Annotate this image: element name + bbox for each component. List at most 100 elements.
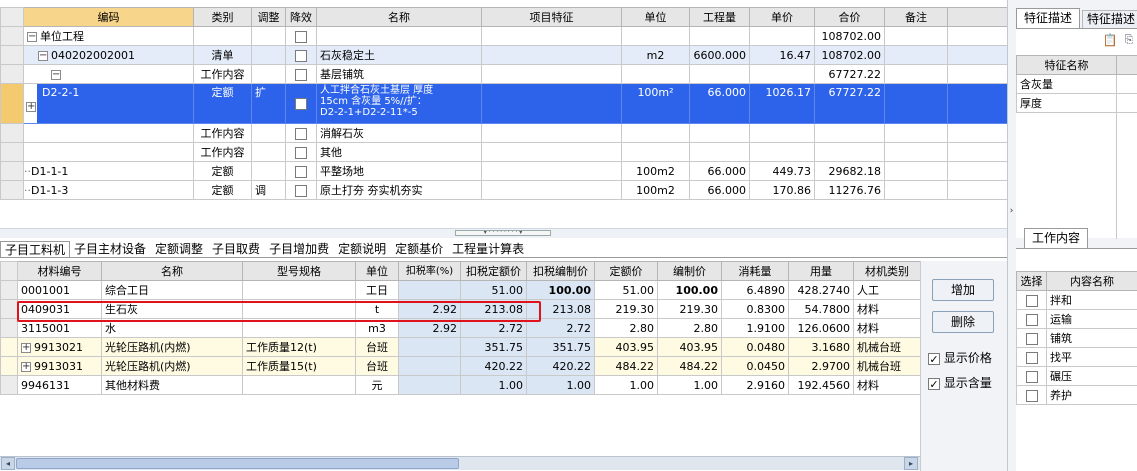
cell-total[interactable]: 67727.22 (814, 64, 885, 84)
cell-price[interactable]: 449.73 (749, 161, 815, 181)
cell-material-name[interactable]: 其他材料费 (101, 375, 243, 395)
cell-name[interactable]: 基层铺筑 (316, 64, 482, 84)
cell-quota-price[interactable]: 219.30 (594, 299, 658, 319)
reduce-checkbox[interactable] (295, 68, 307, 81)
cell-category[interactable]: 材料 (853, 375, 920, 395)
work-content-checkbox[interactable] (1025, 294, 1038, 307)
cell-name[interactable]: 其他 (316, 142, 482, 162)
cell-tax-rate[interactable] (398, 280, 461, 300)
cell-unit[interactable]: m2 (621, 45, 690, 65)
row-header[interactable] (0, 337, 18, 357)
row-header[interactable] (0, 142, 24, 162)
tab-feature-desc[interactable]: 特征描述 (1016, 8, 1080, 28)
cell-consumption[interactable]: 0.0450 (721, 356, 789, 376)
col-unit[interactable]: 单位 (355, 261, 399, 281)
cell-unit[interactable]: 台班 (355, 337, 399, 357)
cell-comp-price[interactable]: 219.30 (657, 299, 722, 319)
row-header[interactable] (0, 161, 24, 181)
cell-total[interactable]: 108702.00 (814, 45, 885, 65)
col-category[interactable]: 材机类别 (853, 261, 920, 281)
cell-unit[interactable]: 工日 (355, 280, 399, 300)
work-content-checkbox[interactable] (1025, 332, 1038, 345)
cell-price[interactable] (749, 26, 815, 46)
col-spec[interactable]: 型号规格 (242, 261, 356, 281)
tab-extra-fees[interactable]: 子目增加费 (265, 241, 334, 258)
cell-price[interactable] (749, 64, 815, 84)
col-price[interactable]: 单价 (749, 7, 815, 27)
material-row[interactable]: 0001001 综合工日 工日 51.00 100.00 51.00 100.00 6.489… (0, 280, 920, 300)
cell-unit[interactable]: 100m2 (621, 180, 690, 200)
feature-row[interactable]: 厚度 (1016, 93, 1117, 113)
material-row[interactable]: 9946131 其他材料费 元 1.00 1.00 1.00 1.00 2.9160 192.4… (0, 375, 920, 395)
col-content-name[interactable]: 内容名称 (1046, 271, 1137, 291)
cell-tax-comp-price[interactable]: 420.22 (526, 356, 595, 376)
cell-unit[interactable] (621, 26, 690, 46)
work-content-checkbox[interactable] (1025, 351, 1038, 364)
cell-type[interactable]: 清单 (193, 45, 252, 65)
cell-qty[interactable]: 66.000 (689, 180, 750, 200)
cell-usage[interactable]: 2.9700 (788, 356, 854, 376)
cell-unit[interactable]: 100m² (621, 83, 690, 124)
cell-adjust[interactable] (251, 64, 286, 84)
cell-total[interactable]: 11276.76 (814, 180, 885, 200)
col-feature[interactable]: 项目特征 (481, 7, 622, 27)
table-row[interactable]: − 工作内容 基层铺筑 67727.22 (0, 64, 1007, 84)
reduce-checkbox[interactable] (295, 127, 307, 140)
reduce-checkbox[interactable] (295, 98, 307, 110)
row-header[interactable] (0, 123, 24, 143)
cell-tax-rate[interactable] (398, 337, 461, 357)
cell-type[interactable]: 工作内容 (193, 123, 252, 143)
cell-material-name[interactable]: 光轮压路机(内燃) (101, 337, 243, 357)
tab-fees[interactable]: 子目取费 (208, 241, 265, 258)
cell-price[interactable]: 170.86 (749, 180, 815, 200)
cell-quota-price[interactable]: 51.00 (594, 280, 658, 300)
cell-price[interactable]: 1026.17 (749, 83, 815, 124)
material-row[interactable]: 3115001 水 m3 2.92 2.72 2.72 2.80 2.80 1.9100 126.… (0, 318, 920, 338)
cell-tax-quota-price[interactable]: 2.72 (460, 318, 527, 338)
cell-tax-rate[interactable] (398, 375, 461, 395)
add-button[interactable]: 增加 (932, 279, 994, 301)
row-header[interactable] (0, 26, 24, 46)
scrollbar-thumb[interactable] (16, 458, 459, 469)
delete-button[interactable]: 删除 (932, 311, 994, 333)
cell-consumption[interactable]: 2.9160 (721, 375, 789, 395)
cell-tax-rate[interactable]: 2.92 (398, 318, 461, 338)
table-row[interactable]: − 单位工程 108702.00 (0, 26, 1007, 46)
col-tax-quota-price[interactable]: 扣税定额价 (460, 261, 527, 281)
collapse-icon[interactable]: − (38, 50, 48, 61)
show-amount-checkbox[interactable] (928, 377, 940, 390)
scroll-right-icon[interactable]: ▸ (904, 457, 918, 470)
cell-name[interactable]: 石灰稳定土 (316, 45, 482, 65)
tab-quota-notes[interactable]: 定额说明 (334, 241, 391, 258)
cell-feature[interactable] (481, 26, 622, 46)
cell-category[interactable]: 材料 (853, 299, 920, 319)
cell-qty[interactable]: 66.000 (689, 83, 750, 124)
splitter-grip-icon[interactable]: ▾ · · · · · · · · ▾ (455, 230, 551, 236)
cell-category[interactable]: 人工 (853, 280, 920, 300)
reduce-checkbox[interactable] (295, 184, 307, 197)
col-unit[interactable]: 单位 (621, 7, 690, 27)
col-comp-price[interactable]: 编制价 (657, 261, 722, 281)
cell-feature[interactable] (481, 45, 622, 65)
work-content-item[interactable]: 养护 (1016, 385, 1137, 405)
cell-tax-quota-price[interactable]: 420.22 (460, 356, 527, 376)
cell-spec[interactable]: 工作质量12(t) (242, 337, 356, 357)
horizontal-splitter[interactable]: ▾ · · · · · · · · ▾ (0, 228, 1007, 238)
cell-unit[interactable]: 元 (355, 375, 399, 395)
cell-qty[interactable] (689, 64, 750, 84)
row-header[interactable] (0, 318, 18, 338)
cell-material-name[interactable]: 生石灰 (101, 299, 243, 319)
work-content-item[interactable]: 找平 (1016, 347, 1137, 367)
cell-price[interactable]: 16.47 (749, 45, 815, 65)
col-code[interactable]: 编码 (23, 7, 194, 27)
cell-type[interactable]: 定额 (193, 180, 252, 200)
cell-remark[interactable] (884, 64, 948, 84)
col-tax-rate[interactable]: 扣税率(%) (398, 261, 461, 281)
cell-tax-quota-price[interactable]: 1.00 (460, 375, 527, 395)
show-price-option[interactable]: 显示价格 (928, 351, 992, 365)
row-header[interactable] (0, 45, 24, 65)
cell-usage[interactable]: 428.2740 (788, 280, 854, 300)
cell-consumption[interactable]: 0.8300 (721, 299, 789, 319)
cell-type[interactable] (193, 26, 252, 46)
cell-tax-comp-price[interactable]: 2.72 (526, 318, 595, 338)
